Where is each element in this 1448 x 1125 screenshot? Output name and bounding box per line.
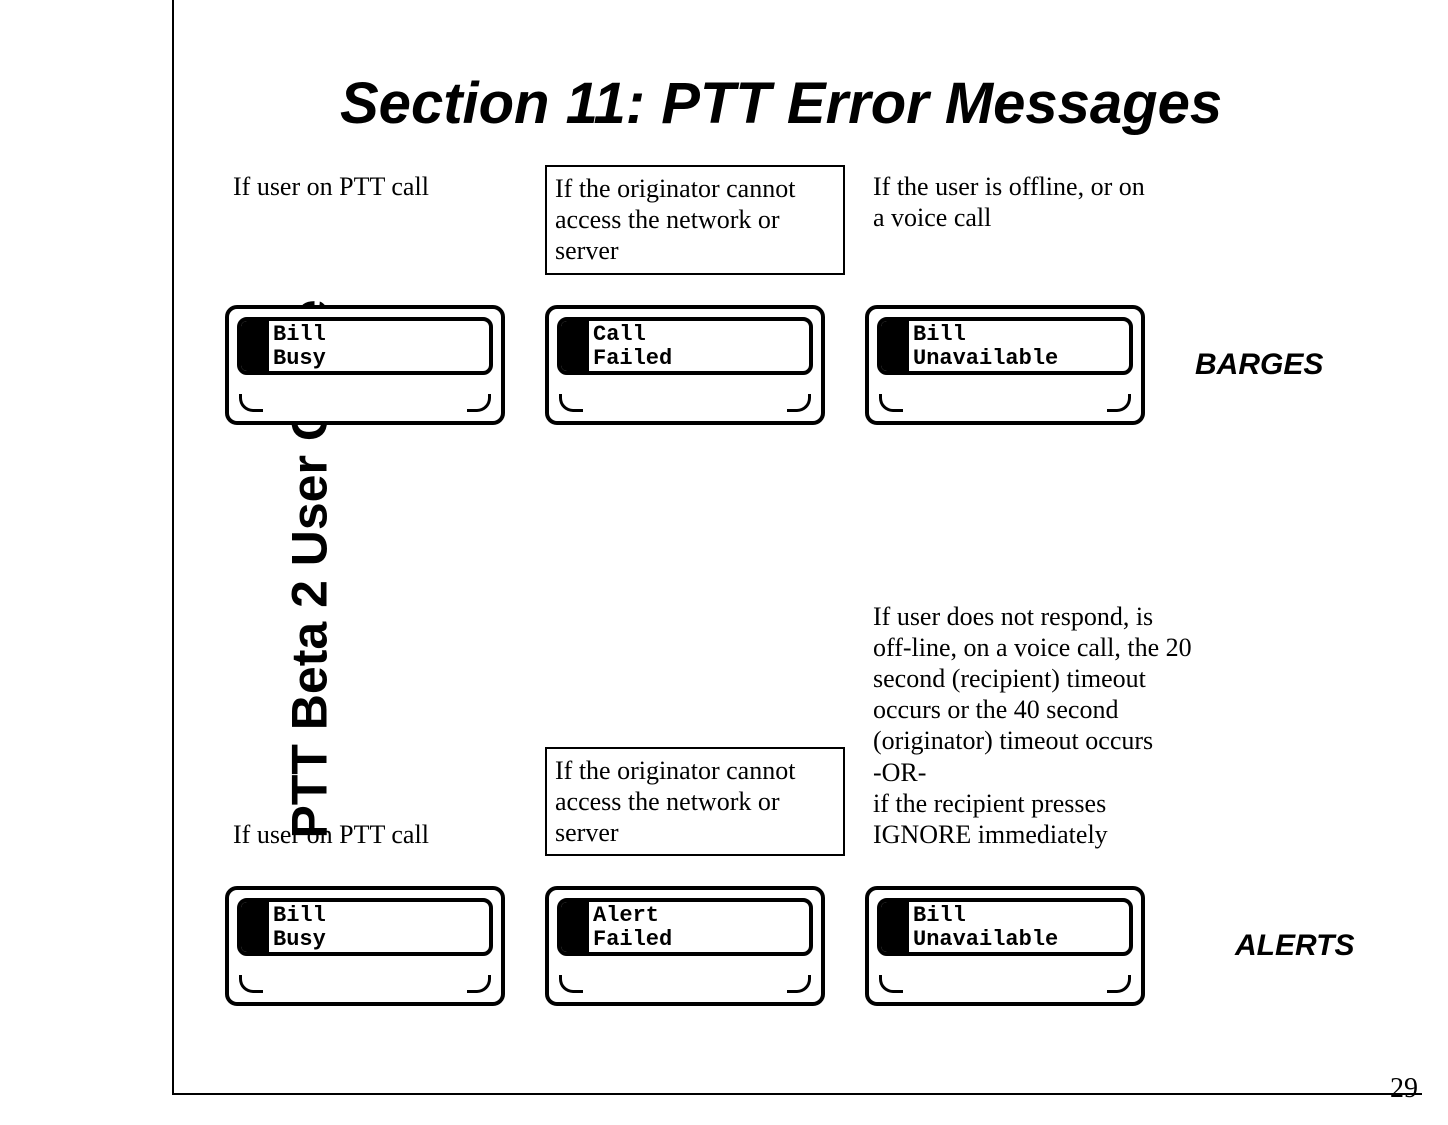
device-screen: Bill Busy bbox=[237, 898, 493, 956]
screen-text: Bill Busy bbox=[269, 902, 330, 954]
caption-text: If user on PTT call bbox=[225, 813, 437, 856]
curve-icon bbox=[879, 975, 903, 993]
curve-icon bbox=[1107, 975, 1131, 993]
cell: If user on PTT call bbox=[225, 813, 525, 876]
row-2-devices: Bill Busy Alert Failed bbox=[225, 886, 1405, 1006]
cell: Bill Unavailable bbox=[865, 886, 1205, 1006]
device-screen-mockup: Bill Busy bbox=[225, 305, 505, 425]
curve-icon bbox=[879, 394, 903, 412]
row-label-barges: BARGES bbox=[1195, 348, 1323, 382]
screen-text: Bill Busy bbox=[269, 321, 330, 373]
device-curves bbox=[239, 970, 491, 998]
device-screen: Bill Busy bbox=[237, 317, 493, 375]
device-curves bbox=[879, 389, 1131, 417]
cell: If user on PTT call bbox=[225, 165, 525, 228]
curve-icon bbox=[559, 975, 583, 993]
device-curves bbox=[239, 389, 491, 417]
screen-notch bbox=[561, 902, 589, 952]
screen-notch bbox=[881, 902, 909, 952]
screen-notch bbox=[881, 321, 909, 371]
curve-icon bbox=[1107, 394, 1131, 412]
curve-icon bbox=[239, 394, 263, 412]
device-screen-mockup: Alert Failed bbox=[545, 886, 825, 1006]
curve-icon bbox=[559, 394, 583, 412]
caption-text: If the originator cannot access the netw… bbox=[545, 747, 845, 857]
curve-icon bbox=[239, 975, 263, 993]
screen-text: Bill Unavailable bbox=[909, 321, 1062, 373]
screen-text: Alert Failed bbox=[589, 902, 676, 954]
device-screen: Bill Unavailable bbox=[877, 317, 1133, 375]
row-1-captions: If user on PTT call If the originator ca… bbox=[225, 165, 1405, 295]
screen-text: Bill Unavailable bbox=[909, 902, 1062, 954]
page-title: Section 11: PTT Error Messages bbox=[340, 70, 1222, 137]
screen-text: Call Failed bbox=[589, 321, 676, 373]
device-screen-mockup: Bill Busy bbox=[225, 886, 505, 1006]
caption-text: If user on PTT call bbox=[225, 165, 437, 208]
device-screen: Call Failed bbox=[557, 317, 813, 375]
cell: Alert Failed bbox=[545, 886, 845, 1006]
curve-icon bbox=[787, 975, 811, 993]
cell: If user does not respond, is off-line, o… bbox=[865, 595, 1205, 877]
curve-icon bbox=[467, 975, 491, 993]
device-screen: Bill Unavailable bbox=[877, 898, 1133, 956]
caption-text: If user does not respond, is off-line, o… bbox=[865, 595, 1205, 857]
device-screen-mockup: Bill Unavailable bbox=[865, 305, 1145, 425]
cell: If the originator cannot access the netw… bbox=[545, 165, 845, 295]
device-curves bbox=[559, 389, 811, 417]
cell: Bill Unavailable bbox=[865, 305, 1165, 425]
curve-icon bbox=[467, 394, 491, 412]
row-1-devices: Bill Busy Call Failed bbox=[225, 305, 1405, 425]
row-2-captions: If user on PTT call If the originator ca… bbox=[225, 595, 1405, 877]
device-curves bbox=[559, 970, 811, 998]
device-curves bbox=[879, 970, 1131, 998]
cell: If the originator cannot access the netw… bbox=[545, 747, 845, 877]
content-area: If user on PTT call If the originator ca… bbox=[225, 165, 1405, 1046]
device-screen-mockup: Bill Unavailable bbox=[865, 886, 1145, 1006]
caption-text: If the user is offline, or on a voice ca… bbox=[865, 165, 1165, 239]
curve-icon bbox=[787, 394, 811, 412]
device-screen-mockup: Call Failed bbox=[545, 305, 825, 425]
cell: Bill Busy bbox=[225, 305, 525, 425]
row-label-alerts: ALERTS bbox=[1235, 929, 1354, 963]
cell: Call Failed bbox=[545, 305, 845, 425]
cell: Bill Busy bbox=[225, 886, 525, 1006]
screen-notch bbox=[241, 321, 269, 371]
device-screen: Alert Failed bbox=[557, 898, 813, 956]
caption-text: If the originator cannot access the netw… bbox=[545, 165, 845, 275]
page-number: 29 bbox=[1390, 1073, 1418, 1105]
screen-notch bbox=[241, 902, 269, 952]
screen-notch bbox=[561, 321, 589, 371]
cell: If the user is offline, or on a voice ca… bbox=[865, 165, 1165, 259]
